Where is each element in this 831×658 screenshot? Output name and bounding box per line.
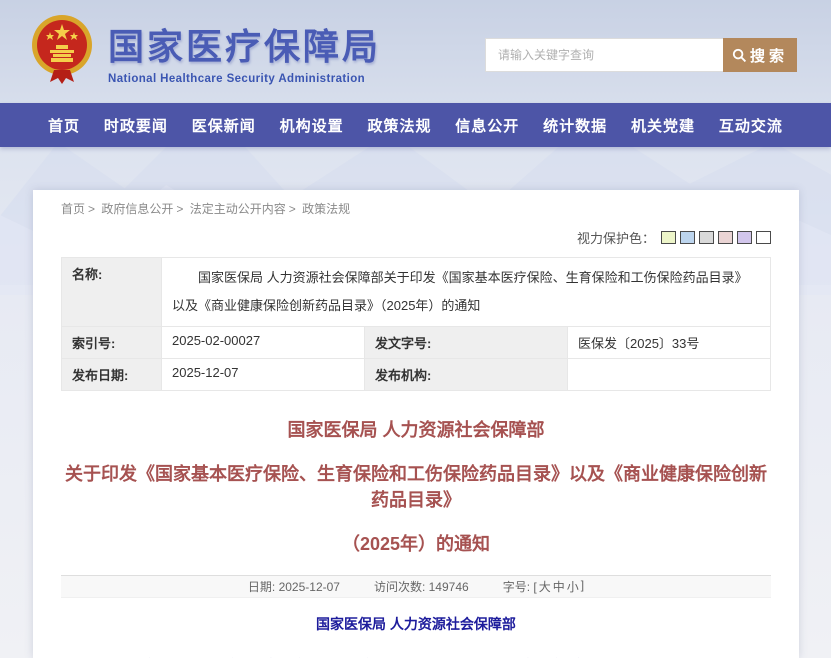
nav-item-current-politics[interactable]: 时政要闻 [104,115,168,136]
search-bar: 搜索 [485,38,797,72]
article-body-line2: 关于印发《国家基本医疗保险、生育保险和工伤保险药品目录》以及《商业健康保险创新药… [61,654,771,658]
article-title-line3: （2025年）的通知 [61,531,771,557]
doc-pubdate-value: 2025-12-07 [162,359,365,391]
font-size-prefix: 字号: [ [503,578,537,595]
breadcrumb-home[interactable]: 首页 [61,202,85,216]
breadcrumb-legal-disclosure[interactable]: 法定主动公开内容 [190,202,286,216]
doc-index-value: 2025-02-00027 [162,327,365,359]
nav-item-statistics[interactable]: 统计数据 [543,115,607,136]
nav-item-info-disclosure[interactable]: 信息公开 [455,115,519,136]
eye-protection-swatches [661,231,771,244]
nav-item-interaction[interactable]: 互动交流 [719,115,783,136]
article-title: 国家医保局 人力资源社会保障部 关于印发《国家基本医疗保险、生育保险和工伤保险药… [61,417,771,557]
doc-index-label: 索引号: [62,327,162,359]
article-meta-bar: 日期: 2025-12-07 访问次数: 149746 字号: [ 大 中 小 … [61,575,771,598]
search-button-label: 搜索 [750,45,788,66]
nav-item-organization[interactable]: 机构设置 [280,115,344,136]
search-button[interactable]: 搜索 [723,38,797,72]
table-row: 名称: 国家医保局 人力资源社会保障部关于印发《国家基本医疗保险、生育保险和工伤… [62,258,771,327]
article-date: 日期: 2025-12-07 [248,578,340,595]
document-meta-table: 名称: 国家医保局 人力资源社会保障部关于印发《国家基本医疗保险、生育保险和工伤… [61,257,771,391]
main-nav: 首页 时政要闻 医保新闻 机构设置 政策法规 信息公开 统计数据 机关党建 互动… [0,103,831,147]
eye-protection-label: 视力保护色： [577,228,655,247]
search-icon [732,48,747,63]
article-visits: 访问次数: 149746 [374,578,469,595]
font-size-control: 字号: [ 大 中 小 ] [503,578,584,595]
nav-item-home[interactable]: 首页 [48,115,80,136]
site-title-block: 国家医疗保障局 National Healthcare Security Adm… [108,18,381,85]
search-input[interactable] [485,38,723,72]
article-body: 国家医保局 人力资源社会保障部 关于印发《国家基本医疗保险、生育保险和工伤保险药… [61,614,771,658]
doc-pubdate-label: 发布日期: [62,359,162,391]
font-size-large[interactable]: 大 [539,578,551,595]
article-title-line2: 关于印发《国家基本医疗保险、生育保险和工伤保险药品目录》以及《商业健康保险创新药… [61,461,771,513]
table-row: 发布日期: 2025-12-07 发布机构: [62,359,771,391]
site-subtitle: National Healthcare Security Administrat… [108,73,381,85]
color-swatch-blue[interactable] [680,231,695,244]
doc-name-label: 名称: [62,258,162,327]
breadcrumb-separator: > [176,202,183,216]
font-size-medium[interactable]: 中 [553,578,565,595]
site-header: 国家医疗保障局 National Healthcare Security Adm… [0,0,831,103]
nav-item-party-building[interactable]: 机关党建 [631,115,695,136]
table-row: 索引号: 2025-02-00027 发文字号: 医保发〔2025〕33号 [62,327,771,359]
breadcrumb-policy[interactable]: 政策法规 [302,202,350,216]
eye-protection-row: 视力保护色： [61,229,771,245]
color-swatch-white[interactable] [756,231,771,244]
site-logo-link[interactable]: 国家医疗保障局 National Healthcare Security Adm… [30,14,381,88]
breadcrumb-separator: > [88,202,95,216]
content-card: 首页> 政府信息公开> 法定主动公开内容> 政策法规 视力保护色： 名称: 国家… [33,190,799,658]
color-swatch-green[interactable] [661,231,676,244]
nav-item-policy[interactable]: 政策法规 [367,115,431,136]
color-swatch-gray[interactable] [699,231,714,244]
doc-number-value: 医保发〔2025〕33号 [568,327,771,359]
font-size-small[interactable]: 小 [567,578,579,595]
site-title: 国家医疗保障局 [108,18,381,70]
breadcrumb: 首页> 政府信息公开> 法定主动公开内容> 政策法规 [61,198,771,217]
national-emblem-icon [30,14,94,88]
color-swatch-pink[interactable] [718,231,733,244]
article-title-line1: 国家医保局 人力资源社会保障部 [61,417,771,443]
article-body-line1: 国家医保局 人力资源社会保障部 [61,614,771,634]
breadcrumb-separator: > [289,202,296,216]
font-size-suffix: ] [581,578,584,595]
doc-puborg-value [568,359,771,391]
doc-puborg-label: 发布机构: [365,359,568,391]
doc-number-label: 发文字号: [365,327,568,359]
doc-name-value: 国家医保局 人力资源社会保障部关于印发《国家基本医疗保险、生育保险和工伤保险药品… [162,258,771,327]
nav-item-medical-news[interactable]: 医保新闻 [192,115,256,136]
breadcrumb-info-disclosure[interactable]: 政府信息公开 [101,202,173,216]
color-swatch-purple[interactable] [737,231,752,244]
